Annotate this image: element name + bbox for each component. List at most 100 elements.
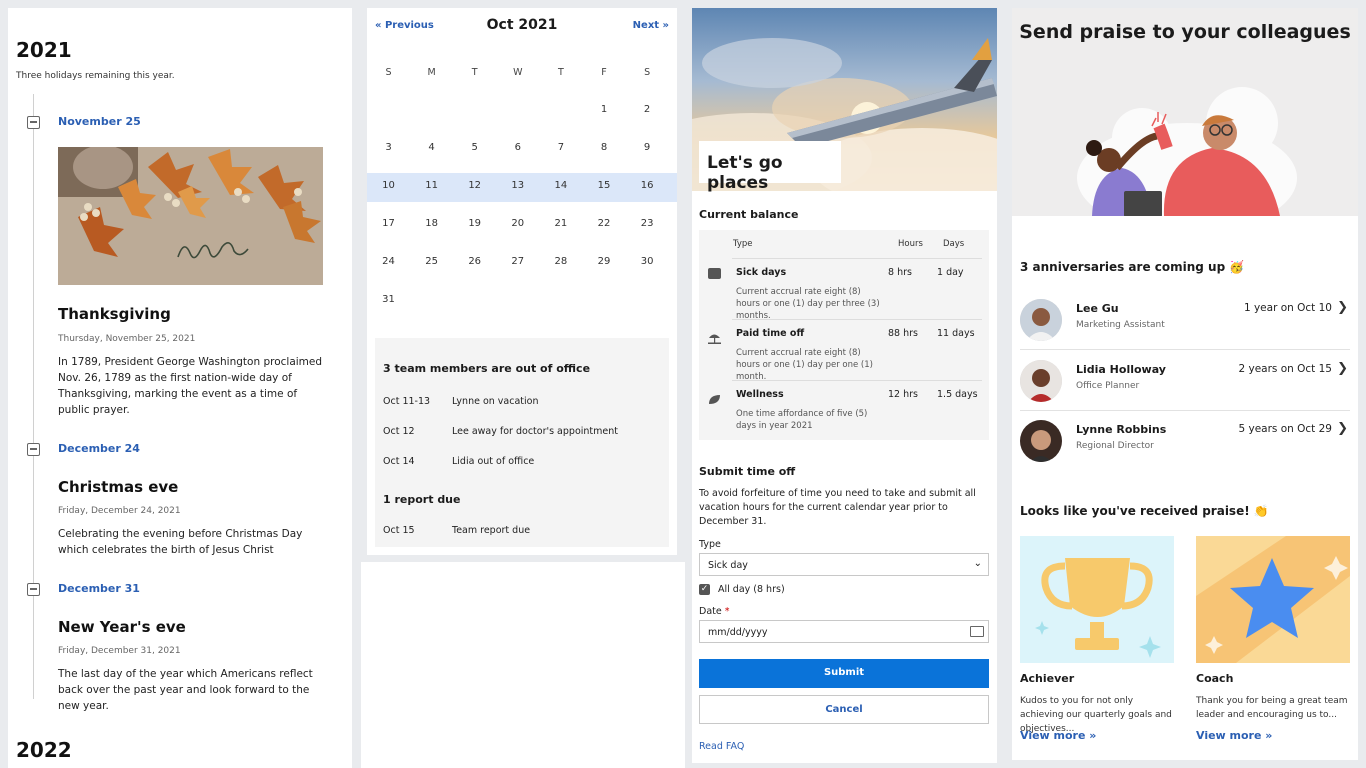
type-label: Type [699, 539, 721, 550]
calendar-day[interactable]: 9 [626, 142, 669, 153]
balance-description: One time affordance of five (5) days in … [736, 409, 868, 431]
calendar-day[interactable]: 11 [410, 180, 453, 191]
type-select[interactable]: Sick day ⌄ [699, 553, 989, 576]
calendar-day[interactable]: 10 [367, 180, 410, 191]
praise-hero: Send praise to your colleagues [1012, 8, 1358, 216]
person-name: Lidia Holloway [1076, 363, 1166, 376]
calendar-day[interactable]: 16 [626, 180, 669, 191]
holiday-name: New Year's eve [58, 618, 186, 636]
timeline-line [33, 94, 34, 699]
calendar-picker-icon[interactable] [970, 626, 984, 637]
submit-button[interactable]: Submit [699, 659, 989, 688]
report-heading: 1 report due [383, 493, 461, 506]
holiday-description: In 1789, President George Washington pro… [58, 356, 323, 416]
calendar-day[interactable]: 12 [453, 180, 496, 191]
avatar [1020, 360, 1062, 402]
calendar-day[interactable]: 30 [626, 256, 669, 267]
current-balance-heading: Current balance [699, 208, 799, 221]
calendar-day[interactable]: 27 [496, 256, 539, 267]
calendar-day[interactable]: 19 [453, 218, 496, 229]
calendar-day[interactable]: 14 [539, 180, 582, 191]
chevron-right-icon[interactable]: ❯ [1337, 421, 1348, 436]
calendar-day[interactable]: 8 [583, 142, 626, 153]
calendar-day[interactable]: 21 [539, 218, 582, 229]
holidays-subtitle: Three holidays remaining this year. [16, 71, 175, 81]
list-item[interactable]: Lynne Robbins Regional Director 5 years … [1020, 411, 1350, 471]
calendar-day[interactable]: 17 [367, 218, 410, 229]
view-more-link[interactable]: View more » [1196, 729, 1272, 742]
day-of-week-header: M [427, 67, 436, 78]
praise-card: Send praise to your colleagues 3 anniver… [1012, 8, 1358, 760]
calendar-day[interactable]: 26 [453, 256, 496, 267]
calendar-day[interactable]: 6 [496, 142, 539, 153]
calendar-day[interactable]: 3 [367, 142, 410, 153]
required-marker: * [724, 606, 730, 617]
received-praise-heading: Looks like you've received praise! 👏 [1020, 504, 1269, 518]
calendar-day[interactable]: 7 [539, 142, 582, 153]
calendar-day[interactable]: 15 [583, 180, 626, 191]
year-heading-2022: 2022 [16, 738, 72, 762]
anniversary-date: 2 years on Oct 15 [1238, 363, 1332, 375]
calendar-day[interactable]: 29 [583, 256, 626, 267]
report-date: Oct 15 [383, 525, 415, 536]
day-of-week-header: T [557, 67, 564, 78]
next-month-link[interactable]: Next » [633, 20, 669, 31]
calendar-day[interactable]: 31 [367, 294, 410, 305]
divider [732, 380, 982, 381]
briefcase-icon [708, 268, 721, 279]
day-of-week-header: W [513, 67, 523, 78]
leaf-icon [708, 390, 721, 404]
calendar-day[interactable]: 5 [453, 142, 496, 153]
all-day-checkbox[interactable]: ✓ [699, 584, 710, 595]
calendar-day[interactable]: 20 [496, 218, 539, 229]
submit-time-off-heading: Submit time off [699, 465, 796, 478]
person-role: Office Planner [1076, 381, 1140, 391]
ooo-date: Oct 12 [383, 426, 415, 437]
ooo-text: Lynne on vacation [452, 396, 539, 407]
all-day-label: All day (8 hrs) [718, 584, 785, 595]
calendar-card: « Previous Oct 2021 Next » 3 team member… [367, 8, 677, 555]
avatar [1020, 299, 1062, 341]
thanksgiving-image [58, 147, 323, 285]
empty-panel [361, 562, 685, 768]
holiday-description: The last day of the year which Americans… [58, 668, 313, 712]
calendar-day[interactable]: 1 [583, 104, 626, 115]
holiday-when: Thursday, November 25, 2021 [58, 334, 196, 344]
divider [732, 258, 982, 259]
calendar-day[interactable]: 13 [496, 180, 539, 191]
cancel-button[interactable]: Cancel [699, 695, 989, 724]
holiday-description: Celebrating the evening before Christmas… [58, 528, 303, 556]
balance-type: Wellness [736, 389, 784, 400]
calendar-day[interactable]: 22 [583, 218, 626, 229]
type-select-value: Sick day [708, 560, 748, 571]
chevron-right-icon[interactable]: ❯ [1337, 361, 1348, 376]
avatar [1020, 420, 1062, 462]
calendar-day[interactable]: 28 [539, 256, 582, 267]
person-name: Lee Gu [1076, 302, 1119, 315]
ooo-text: Lidia out of office [452, 456, 535, 467]
party-face-icon: 🥳 [1229, 260, 1245, 274]
calendar-day[interactable]: 2 [626, 104, 669, 115]
date-input[interactable]: mm/dd/yyyy [699, 620, 989, 643]
calendar-day[interactable]: 4 [410, 142, 453, 153]
list-item[interactable]: Lee Gu Marketing Assistant 1 year on Oct… [1020, 290, 1350, 350]
balance-hours: 8 hrs [888, 267, 912, 278]
calendar-day[interactable]: 23 [626, 218, 669, 229]
coach-badge-image[interactable] [1196, 536, 1350, 663]
achiever-badge-image[interactable] [1020, 536, 1174, 663]
read-faq-link[interactable]: Read FAQ [699, 740, 984, 754]
time-off-card: Let's go places Current balance Type Hou… [692, 8, 997, 763]
calendar-day[interactable]: 24 [367, 256, 410, 267]
calendar-day[interactable]: 25 [410, 256, 453, 267]
balance-days: 1.5 days [937, 389, 978, 400]
balance-type: Sick days [736, 267, 787, 278]
chevron-right-icon[interactable]: ❯ [1337, 300, 1348, 315]
view-more-link[interactable]: View more » [1020, 729, 1096, 742]
list-item[interactable]: Lidia Holloway Office Planner 2 years on… [1020, 351, 1350, 411]
col-days: Days [943, 239, 965, 249]
calendar-day[interactable]: 18 [410, 218, 453, 229]
out-of-office-panel: 3 team members are out of office Oct 11-… [375, 338, 669, 547]
badge-name: Coach [1196, 672, 1234, 685]
ooo-heading: 3 team members are out of office [383, 362, 591, 375]
ooo-text: Lee away for doctor's appointment [452, 426, 618, 437]
